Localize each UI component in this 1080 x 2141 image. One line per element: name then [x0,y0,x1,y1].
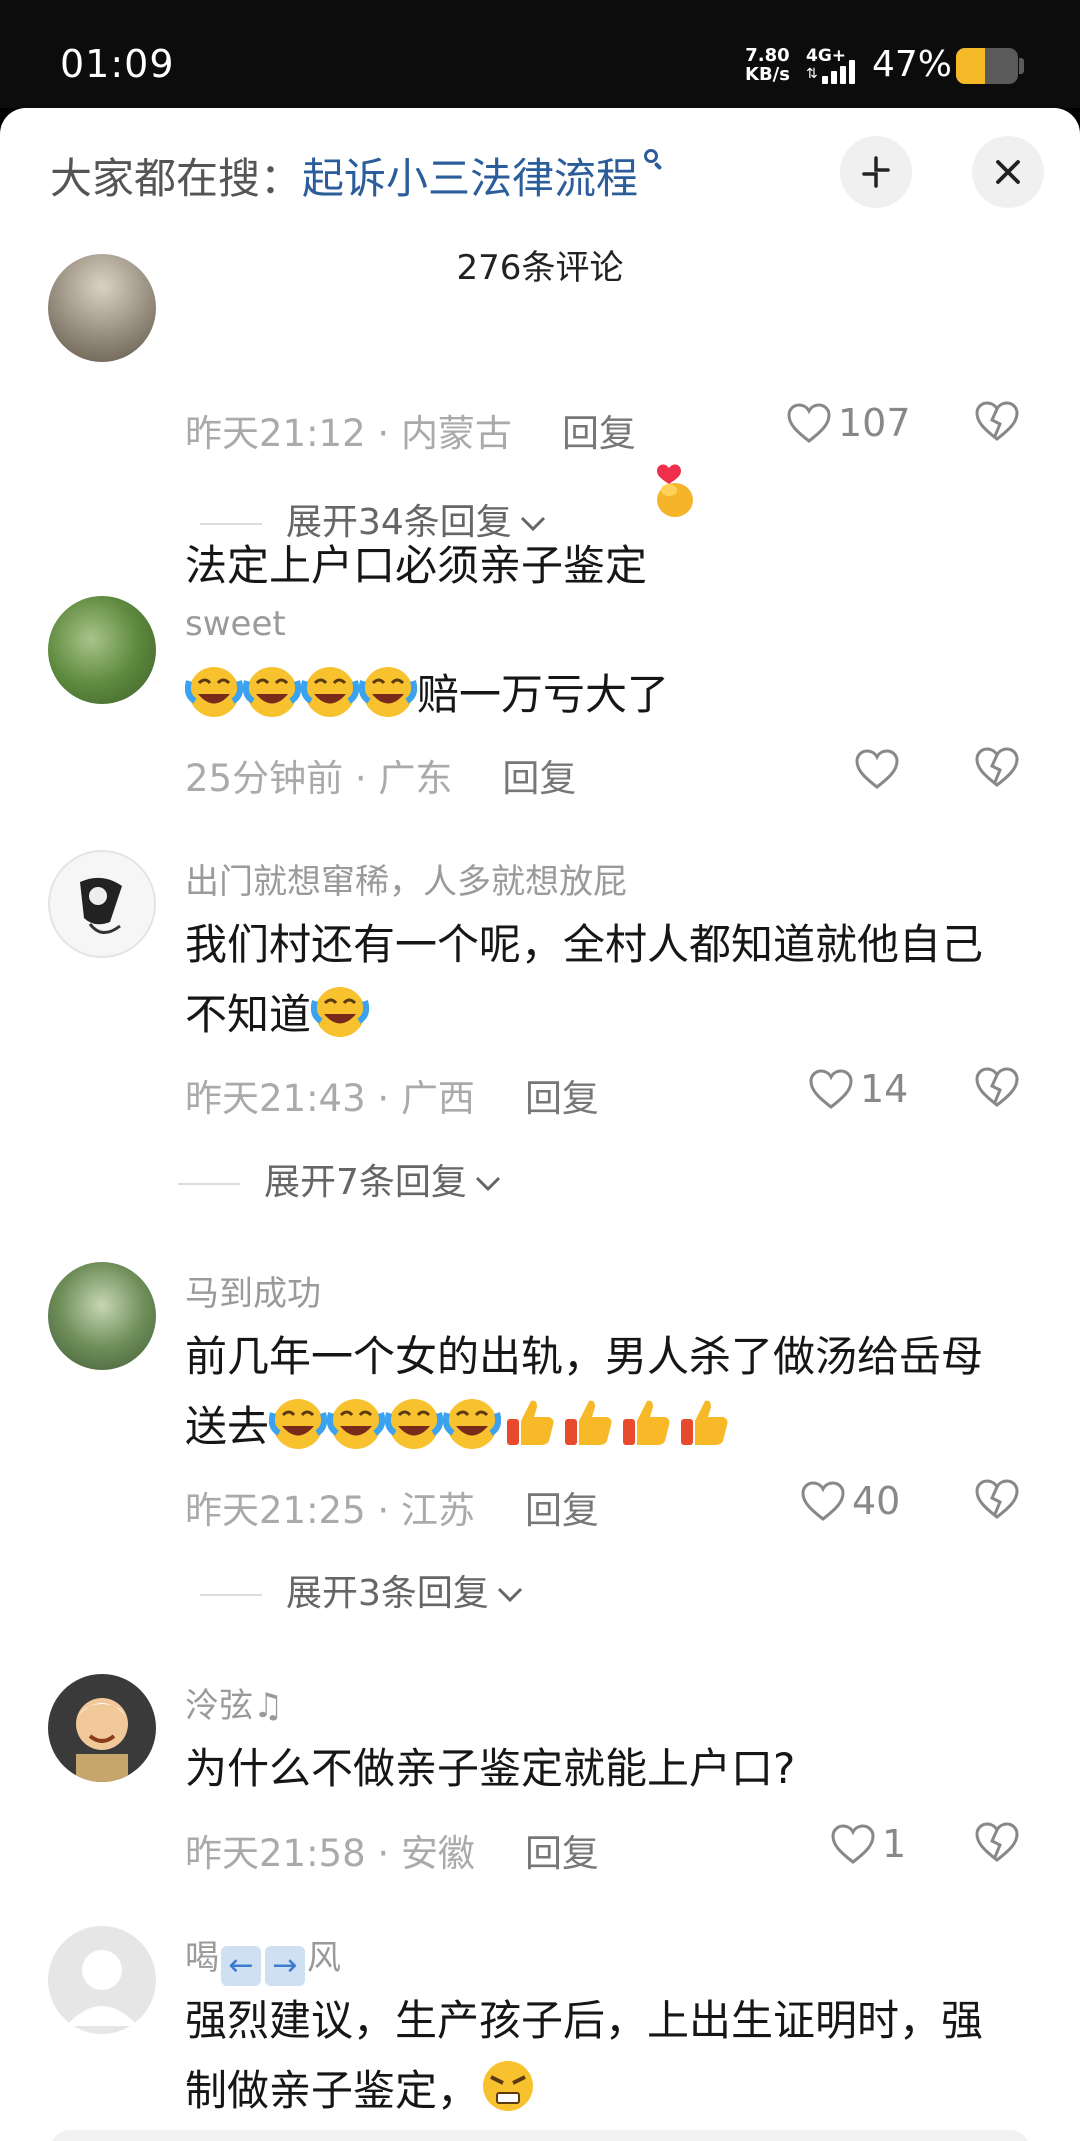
comment-meta: 昨天21:12 · 内蒙古 回复 [185,412,636,455]
left-arrow-emoji: ← [221,1946,261,1986]
reply-button[interactable]: 回复 [525,1489,599,1532]
dislike-button[interactable] [974,1478,1020,1524]
expand-replies-button[interactable]: 展开7条回复 [178,1153,503,1205]
heart-outline-icon [855,748,899,789]
chevron-down-icon [475,1176,500,1192]
laugh-crying-emoji [384,1393,444,1451]
laugh-crying-emoji [358,661,418,719]
chevron-down-icon [497,1587,522,1603]
comment-meta: 25分钟前 · 广东 回复 [185,757,577,800]
laugh-crying-emoji [326,1393,386,1451]
like-button[interactable]: 40 [800,1476,900,1523]
reply-button[interactable]: 回复 [502,757,576,800]
laugh-crying-emoji [242,661,302,719]
laugh-crying-emoji [442,1393,502,1451]
like-button[interactable]: 107 [786,398,911,445]
avatar[interactable] [48,1674,156,1782]
heart-outline-icon [787,402,831,443]
search-icon [642,149,666,173]
close-button[interactable] [972,136,1044,208]
finger-heart-emoji [647,322,705,517]
reply-button[interactable]: 回复 [525,1832,599,1875]
heart-outline-icon [801,1480,845,1521]
avatar[interactable] [48,850,156,958]
thumbs-up-emoji [675,1393,733,1451]
search-suggestion[interactable]: 大家都在搜：起诉小三法律流程 [50,145,666,206]
avatar[interactable] [48,1926,156,2034]
battery-icon [956,48,1018,84]
like-button[interactable] [854,744,900,790]
broken-heart-icon [975,1479,1019,1519]
laugh-crying-emoji [300,661,360,719]
signal-icon: 4G+ ⇅ [806,46,862,86]
heart-outline-icon [831,1823,875,1864]
right-arrow-emoji: → [265,1946,305,1986]
comment-meta: 昨天21:43 · 广西 回复 [185,1077,599,1120]
broken-heart-icon [975,747,1019,787]
comment-meta: 昨天21:25 · 江苏 回复 [185,1489,599,1532]
heart-outline-icon [809,1068,853,1109]
dislike-button[interactable] [974,1821,1020,1867]
like-button[interactable]: 14 [808,1064,908,1111]
like-count: 14 [860,1066,909,1111]
comment-sheet: 大家都在搜：起诉小三法律流程 276条评论 法定上户口必须亲子鉴定 昨天21:1… [0,108,1080,2141]
comment-meta: 昨天21:58 · 安徽 回复 [185,1832,599,1875]
avatar[interactable] [48,1262,156,1370]
search-prefix: 大家都在搜： [50,154,303,203]
username[interactable]: 喝 ← → 风 [185,1930,341,1986]
reply-button[interactable]: 回复 [525,1077,599,1120]
like-count: 107 [838,400,911,445]
collapse-icon [862,156,890,188]
like-count: 1 [882,1821,907,1866]
close-icon [996,160,1020,184]
chevron-down-icon [520,516,545,532]
comment-input-bar[interactable] [50,2130,1030,2141]
like-count: 40 [852,1478,901,1523]
comment-text: 赔一万亏大了 [184,660,1045,730]
reply-button[interactable]: 回复 [562,412,636,455]
laugh-crying-emoji [310,981,370,1039]
comment-count: 276条评论 [456,248,624,288]
comment-text: 法定上户口必须亲子鉴定 [185,322,1045,601]
comment-text: 我们村还有一个呢，全村人都知道就他自己 不知道 [185,920,984,1039]
comment-text: 前几年一个女的出轨，男人杀了做汤给岳母 送去 [185,1332,984,1451]
expand-replies-button[interactable]: 展开34条回复 [200,493,548,545]
expand-replies-button[interactable]: 展开3条回复 [200,1564,525,1616]
status-bar: 01:09 7.80 KB/s 4G+ ⇅ 47% [0,0,1080,108]
broken-heart-icon [975,1822,1019,1862]
comment-text: 为什么不做亲子鉴定就能上户口? [185,1744,796,1793]
dislike-button[interactable] [974,1066,1020,1112]
dislike-button[interactable] [974,746,1020,792]
laugh-crying-emoji [268,1393,328,1451]
comment-text: 强烈建议，生产孩子后，上出生证明时，强 制做亲子鉴定， [185,1996,984,2115]
username[interactable]: 泠弦♫ [185,1678,283,1727]
broken-heart-icon [975,1067,1019,1107]
status-time: 01:09 [60,42,175,86]
battery-percent: 47% [872,44,953,85]
dislike-button[interactable] [974,400,1020,446]
thumbs-up-emoji [617,1393,675,1451]
username[interactable]: sweet [185,604,286,644]
thumbs-up-emoji [501,1393,559,1451]
username[interactable]: 出门就想窜稀，人多就想放屁 [185,854,627,903]
username[interactable]: 马到成功 [185,1266,321,1315]
like-button[interactable]: 1 [830,1819,906,1866]
laugh-crying-emoji [184,661,244,719]
thumbs-up-emoji [559,1393,617,1451]
broken-heart-icon [975,401,1019,441]
avatar[interactable] [48,254,156,362]
avatar[interactable] [48,596,156,704]
search-query-link[interactable]: 起诉小三法律流程 [302,154,638,203]
network-speed: 7.80 KB/s [745,45,790,85]
collapse-button[interactable] [840,136,912,208]
angry-emoji [479,2057,537,2115]
